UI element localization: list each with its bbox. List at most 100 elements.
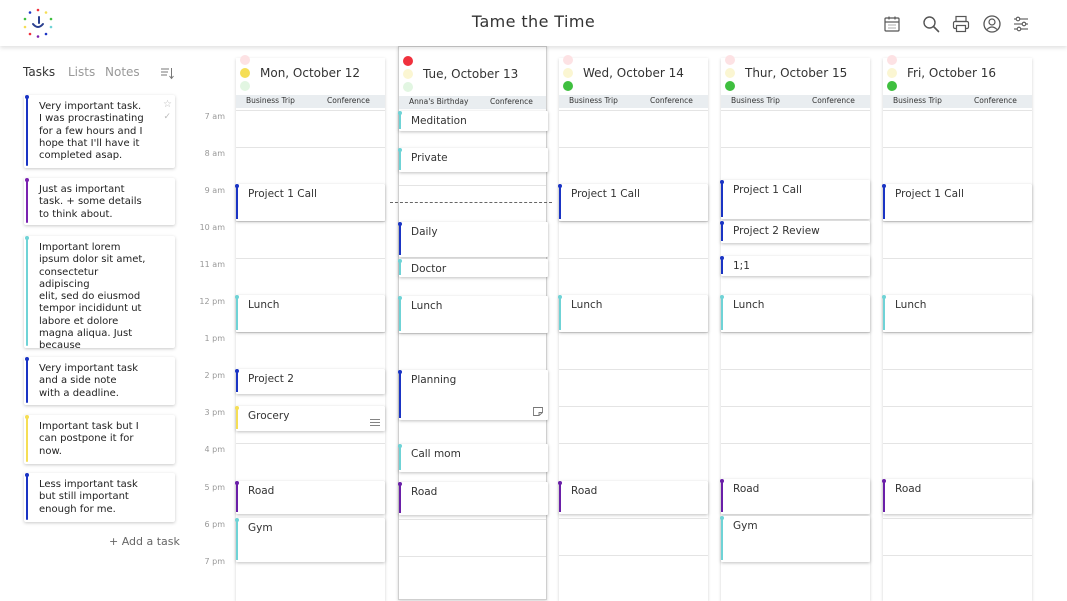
event-color-dot <box>720 220 724 225</box>
priority-dot[interactable] <box>887 81 897 91</box>
print-icon[interactable] <box>951 14 971 34</box>
priority-dot[interactable] <box>887 68 897 78</box>
priority-dot[interactable] <box>240 55 250 65</box>
time-label: 5 pm <box>204 482 225 492</box>
day-header: Tue, October 13 <box>399 56 546 96</box>
list-icon[interactable] <box>370 418 380 427</box>
priority-dot[interactable] <box>563 55 573 65</box>
calendar-event[interactable]: Lunch <box>398 296 548 334</box>
hour-line <box>399 518 546 520</box>
star-icon[interactable]: ☆ <box>163 99 172 110</box>
task-text: Important lorem ipsum dolor sit amet, co… <box>39 242 146 352</box>
calendar-event[interactable]: Project 1 Call <box>882 183 1032 221</box>
calendar-event[interactable]: Project 2 Review <box>720 220 870 244</box>
calendar-event[interactable]: Gym <box>720 515 870 563</box>
priority-dot[interactable] <box>725 68 735 78</box>
all-day-event[interactable]: Conference <box>327 96 370 105</box>
note-icon[interactable] <box>533 406 543 416</box>
day-title[interactable]: Fri, October 16 <box>907 66 996 80</box>
all-day-event[interactable]: Conference <box>490 97 533 106</box>
event-color-bar <box>399 260 401 276</box>
tab-lists[interactable]: Lists <box>68 65 95 79</box>
task-card[interactable]: Very important task and a side note with… <box>24 357 175 405</box>
calendar-event[interactable]: Project 2 <box>235 369 385 394</box>
priority-dot[interactable] <box>403 82 413 92</box>
priority-dot[interactable] <box>403 56 413 66</box>
event-color-dot <box>398 296 402 300</box>
hour-line <box>559 369 708 371</box>
event-title: Project 1 Call <box>248 187 317 200</box>
time-label: 12 pm <box>199 297 225 306</box>
event-color-bar <box>399 298 401 332</box>
tab-tasks[interactable]: Tasks <box>23 65 55 79</box>
event-color-dot <box>398 481 402 486</box>
event-color-bar <box>399 112 401 129</box>
calendar-event[interactable]: Project 1 Call <box>720 179 870 219</box>
calendar-event[interactable]: Road <box>398 481 548 515</box>
all-day-event[interactable]: Business Trip <box>893 96 942 105</box>
calendar-event[interactable]: Project 1 Call <box>558 183 708 221</box>
day-title[interactable]: Mon, October 12 <box>260 66 360 80</box>
calendar-event[interactable]: 1;1 <box>720 256 870 277</box>
calendar-event[interactable]: Project 1 Call <box>235 183 385 221</box>
all-day-event[interactable]: Conference <box>650 96 693 105</box>
sort-icon[interactable] <box>160 66 174 80</box>
task-color-bar <box>26 359 28 403</box>
calendar-event[interactable]: Gym <box>235 517 385 563</box>
settings-sliders-icon[interactable] <box>1011 14 1031 34</box>
task-text: Less important task but still important … <box>39 479 138 515</box>
time-label: 2 pm <box>204 371 225 381</box>
calendar-event[interactable]: Doctor <box>398 258 548 278</box>
time-label: 4 pm <box>204 445 225 455</box>
task-card[interactable]: Important task but I can postpone it for… <box>24 415 175 464</box>
calendar-event[interactable]: Lunch <box>558 295 708 333</box>
all-day-event[interactable]: Business Trip <box>569 96 618 105</box>
time-label: 10 am <box>199 222 225 232</box>
tab-notes[interactable]: Notes <box>105 65 140 79</box>
priority-dot[interactable] <box>240 68 250 78</box>
calendar-app: Tame the Time Tasks Lists Notes Very imp… <box>0 0 1067 601</box>
all-day-event[interactable]: Anna's Birthday <box>409 97 468 106</box>
calendar-event[interactable]: Road <box>558 480 708 514</box>
calendar-event[interactable]: Call mom <box>398 444 548 473</box>
task-card[interactable]: Just as important task. + some details t… <box>24 178 175 225</box>
task-card[interactable]: Important lorem ipsum dolor sit amet, co… <box>24 236 175 351</box>
priority-dot[interactable] <box>240 81 250 91</box>
event-color-dot <box>882 295 886 299</box>
calendar-icon[interactable] <box>882 14 902 34</box>
calendar-event[interactable]: Road <box>720 478 870 514</box>
task-card[interactable]: Very important task. I was procrastinati… <box>24 95 175 168</box>
calendar-event[interactable]: Road <box>882 478 1032 514</box>
day-title[interactable]: Tue, October 13 <box>423 67 518 81</box>
day-title[interactable]: Wed, October 14 <box>583 66 684 80</box>
priority-dot[interactable] <box>563 81 573 91</box>
search-icon[interactable] <box>921 14 941 34</box>
calendar-event[interactable]: Road <box>235 480 385 514</box>
priority-dot[interactable] <box>887 55 897 65</box>
add-task-button[interactable]: + Add a task <box>109 535 180 548</box>
calendar-event[interactable]: Private <box>398 147 548 173</box>
all-day-event[interactable]: Business Trip <box>246 96 295 105</box>
priority-dot[interactable] <box>563 68 573 78</box>
calendar-event[interactable]: Meditation <box>398 110 548 131</box>
calendar-event[interactable]: Lunch <box>720 295 870 333</box>
event-color-dot <box>398 110 402 115</box>
priority-dot[interactable] <box>725 81 735 91</box>
all-day-events-bar: Business Trip Conference <box>721 95 870 108</box>
day-header: Mon, October 12 <box>236 55 385 95</box>
account-icon[interactable] <box>982 14 1002 34</box>
calendar-event[interactable]: Lunch <box>235 295 385 333</box>
priority-dot[interactable] <box>403 69 413 79</box>
calendar-event[interactable]: Planning <box>398 370 548 420</box>
event-title: Project 2 Review <box>733 224 820 237</box>
day-title[interactable]: Thur, October 15 <box>745 66 847 80</box>
all-day-event[interactable]: Conference <box>974 96 1017 105</box>
all-day-event[interactable]: Conference <box>812 96 855 105</box>
task-card[interactable]: Less important task but still important … <box>24 473 175 522</box>
hour-line <box>559 443 708 445</box>
all-day-event[interactable]: Business Trip <box>731 96 780 105</box>
priority-dot[interactable] <box>725 55 735 65</box>
calendar-event[interactable]: Lunch <box>882 295 1032 333</box>
calendar-event[interactable]: Grocery <box>235 406 385 431</box>
calendar-event[interactable]: Daily <box>398 221 548 258</box>
